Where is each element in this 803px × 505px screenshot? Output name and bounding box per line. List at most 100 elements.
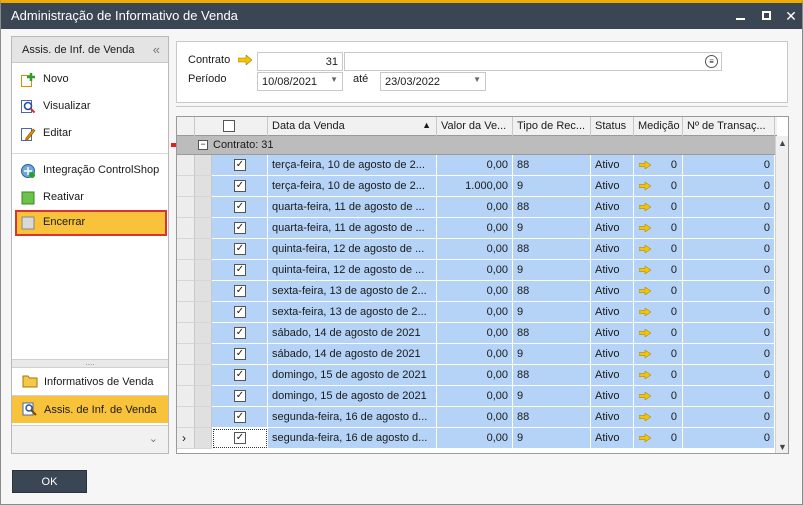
select-cell[interactable]: ✓	[212, 197, 268, 218]
cell-medicao[interactable]: 0	[634, 323, 683, 344]
cell-tipo[interactable]: 88	[513, 407, 591, 428]
link-arrow-icon[interactable]	[639, 413, 651, 421]
nav-more-button[interactable]: ⌄	[12, 425, 168, 453]
cell-data-da-venda[interactable]: segunda-feira, 16 de agosto d...	[268, 428, 437, 449]
cell-valor[interactable]: 1.000,00	[437, 176, 513, 197]
row-checkbox[interactable]: ✓	[234, 432, 246, 444]
cell-data-da-venda[interactable]: domingo, 15 de agosto de 2021	[268, 386, 437, 407]
cell-data-da-venda[interactable]: sexta-feira, 13 de agosto de 2...	[268, 281, 437, 302]
cell-status[interactable]: Ativo	[591, 281, 634, 302]
cell-medicao[interactable]: 0	[634, 155, 683, 176]
cell-transacoes[interactable]: 0	[683, 323, 775, 344]
cell-tipo[interactable]: 9	[513, 218, 591, 239]
cell-tipo[interactable]: 9	[513, 302, 591, 323]
link-arrow-icon[interactable]	[639, 308, 651, 316]
cell-valor[interactable]: 0,00	[437, 344, 513, 365]
row-checkbox[interactable]: ✓	[234, 243, 246, 255]
cell-valor[interactable]: 0,00	[437, 302, 513, 323]
cell-status[interactable]: Ativo	[591, 302, 634, 323]
row-indicator[interactable]	[177, 365, 195, 386]
cell-status[interactable]: Ativo	[591, 386, 634, 407]
select-cell[interactable]: ✓	[212, 260, 268, 281]
table-row[interactable]: ✓ sábado, 14 de agosto de 2021 0,00 9 Ativo 0…	[177, 344, 777, 365]
cell-transacoes[interactable]: 0	[683, 302, 775, 323]
row-checkbox[interactable]: ✓	[234, 222, 246, 234]
cell-tipo[interactable]: 88	[513, 197, 591, 218]
select-cell[interactable]: ✓	[212, 428, 268, 449]
cell-tipo[interactable]: 9	[513, 428, 591, 449]
cell-data-da-venda[interactable]: domingo, 15 de agosto de 2021	[268, 365, 437, 386]
link-arrow-icon[interactable]	[238, 55, 252, 65]
row-checkbox[interactable]: ✓	[234, 411, 246, 423]
table-row[interactable]: ✓ quinta-feira, 12 de agosto de ... 0,00 9 A…	[177, 260, 777, 281]
table-row[interactable]: ✓ sábado, 14 de agosto de 2021 0,00 88 Ativo…	[177, 323, 777, 344]
cell-valor[interactable]: 0,00	[437, 281, 513, 302]
row-indicator[interactable]	[177, 302, 195, 323]
link-arrow-icon[interactable]	[639, 350, 651, 358]
column-header-transacoes[interactable]: Nº de Transaç...	[683, 117, 775, 136]
row-indicator[interactable]	[177, 155, 195, 176]
ok-button[interactable]: OK	[12, 470, 87, 493]
link-arrow-icon[interactable]	[639, 434, 651, 442]
cell-transacoes[interactable]: 0	[683, 365, 775, 386]
cell-status[interactable]: Ativo	[591, 344, 634, 365]
row-indicator[interactable]	[177, 386, 195, 407]
table-row[interactable]: ✓ terça-feira, 10 de agosto de 2... 1.000,…	[177, 176, 777, 197]
row-checkbox[interactable]: ✓	[234, 180, 246, 192]
cell-valor[interactable]: 0,00	[437, 386, 513, 407]
cell-medicao[interactable]: 0	[634, 407, 683, 428]
nav-assis-inf-venda[interactable]: Assis. de Inf. de Venda	[12, 395, 168, 423]
row-indicator[interactable]	[177, 323, 195, 344]
table-row[interactable]: ✓ domingo, 15 de agosto de 2021 0,00 9 Ativo…	[177, 386, 777, 407]
table-row[interactable]: ✓ quinta-feira, 12 de agosto de ... 0,00 88…	[177, 239, 777, 260]
row-checkbox[interactable]: ✓	[234, 369, 246, 381]
link-arrow-icon[interactable]	[639, 329, 651, 337]
cell-transacoes[interactable]: 0	[683, 155, 775, 176]
cell-data-da-venda[interactable]: sábado, 14 de agosto de 2021	[268, 344, 437, 365]
link-arrow-icon[interactable]	[639, 287, 651, 295]
select-cell[interactable]: ✓	[212, 218, 268, 239]
select-cell[interactable]: ✓	[212, 302, 268, 323]
table-row[interactable]: › ✓ segunda-feira, 16 de agosto d... 0,00 9 A…	[177, 428, 777, 449]
cell-transacoes[interactable]: 0	[683, 260, 775, 281]
link-arrow-icon[interactable]	[639, 182, 651, 190]
cell-tipo[interactable]: 88	[513, 239, 591, 260]
collapse-group-icon[interactable]: −	[198, 140, 208, 150]
cell-valor[interactable]: 0,00	[437, 218, 513, 239]
row-indicator[interactable]	[177, 239, 195, 260]
cell-data-da-venda[interactable]: quarta-feira, 11 de agosto de ...	[268, 197, 437, 218]
select-cell[interactable]: ✓	[212, 176, 268, 197]
cell-valor[interactable]: 0,00	[437, 155, 513, 176]
maximize-button[interactable]	[758, 7, 776, 25]
cell-transacoes[interactable]: 0	[683, 386, 775, 407]
row-indicator[interactable]	[177, 344, 195, 365]
table-row[interactable]: ✓ sexta-feira, 13 de agosto de 2... 0,00 88…	[177, 281, 777, 302]
cell-status[interactable]: Ativo	[591, 407, 634, 428]
column-header-valor[interactable]: Valor da Ve...	[437, 117, 513, 136]
cell-data-da-venda[interactable]: sábado, 14 de agosto de 2021	[268, 323, 437, 344]
select-cell[interactable]: ✓	[212, 386, 268, 407]
cell-data-da-venda[interactable]: quinta-feira, 12 de agosto de ...	[268, 260, 437, 281]
list-icon[interactable]: ≡	[705, 55, 718, 68]
link-arrow-icon[interactable]	[639, 224, 651, 232]
splitter-grip[interactable]: ....	[12, 359, 168, 367]
row-checkbox[interactable]: ✓	[234, 306, 246, 318]
cell-medicao[interactable]: 0	[634, 260, 683, 281]
scroll-up-icon[interactable]: ▲	[778, 138, 787, 148]
cell-valor[interactable]: 0,00	[437, 197, 513, 218]
link-arrow-icon[interactable]	[639, 392, 651, 400]
cell-medicao[interactable]: 0	[634, 302, 683, 323]
sidebar-item-novo[interactable]: Novo	[15, 67, 167, 93]
select-cell[interactable]: ✓	[212, 365, 268, 386]
cell-medicao[interactable]: 0	[634, 197, 683, 218]
cell-data-da-venda[interactable]: segunda-feira, 16 de agosto d...	[268, 407, 437, 428]
vertical-scrollbar[interactable]: ▲ ▼	[775, 136, 788, 453]
contrato-description-field[interactable]: ≡	[344, 52, 722, 71]
cell-valor[interactable]: 0,00	[437, 323, 513, 344]
table-row[interactable]: ✓ domingo, 15 de agosto de 2021 0,00 88 Ativ…	[177, 365, 777, 386]
periodo-to-field[interactable]: 23/03/2022 ▼	[380, 72, 486, 91]
select-cell[interactable]: ✓	[212, 344, 268, 365]
cell-valor[interactable]: 0,00	[437, 239, 513, 260]
select-cell[interactable]: ✓	[212, 155, 268, 176]
table-row[interactable]: ✓ segunda-feira, 16 de agosto d... 0,00 88 A…	[177, 407, 777, 428]
